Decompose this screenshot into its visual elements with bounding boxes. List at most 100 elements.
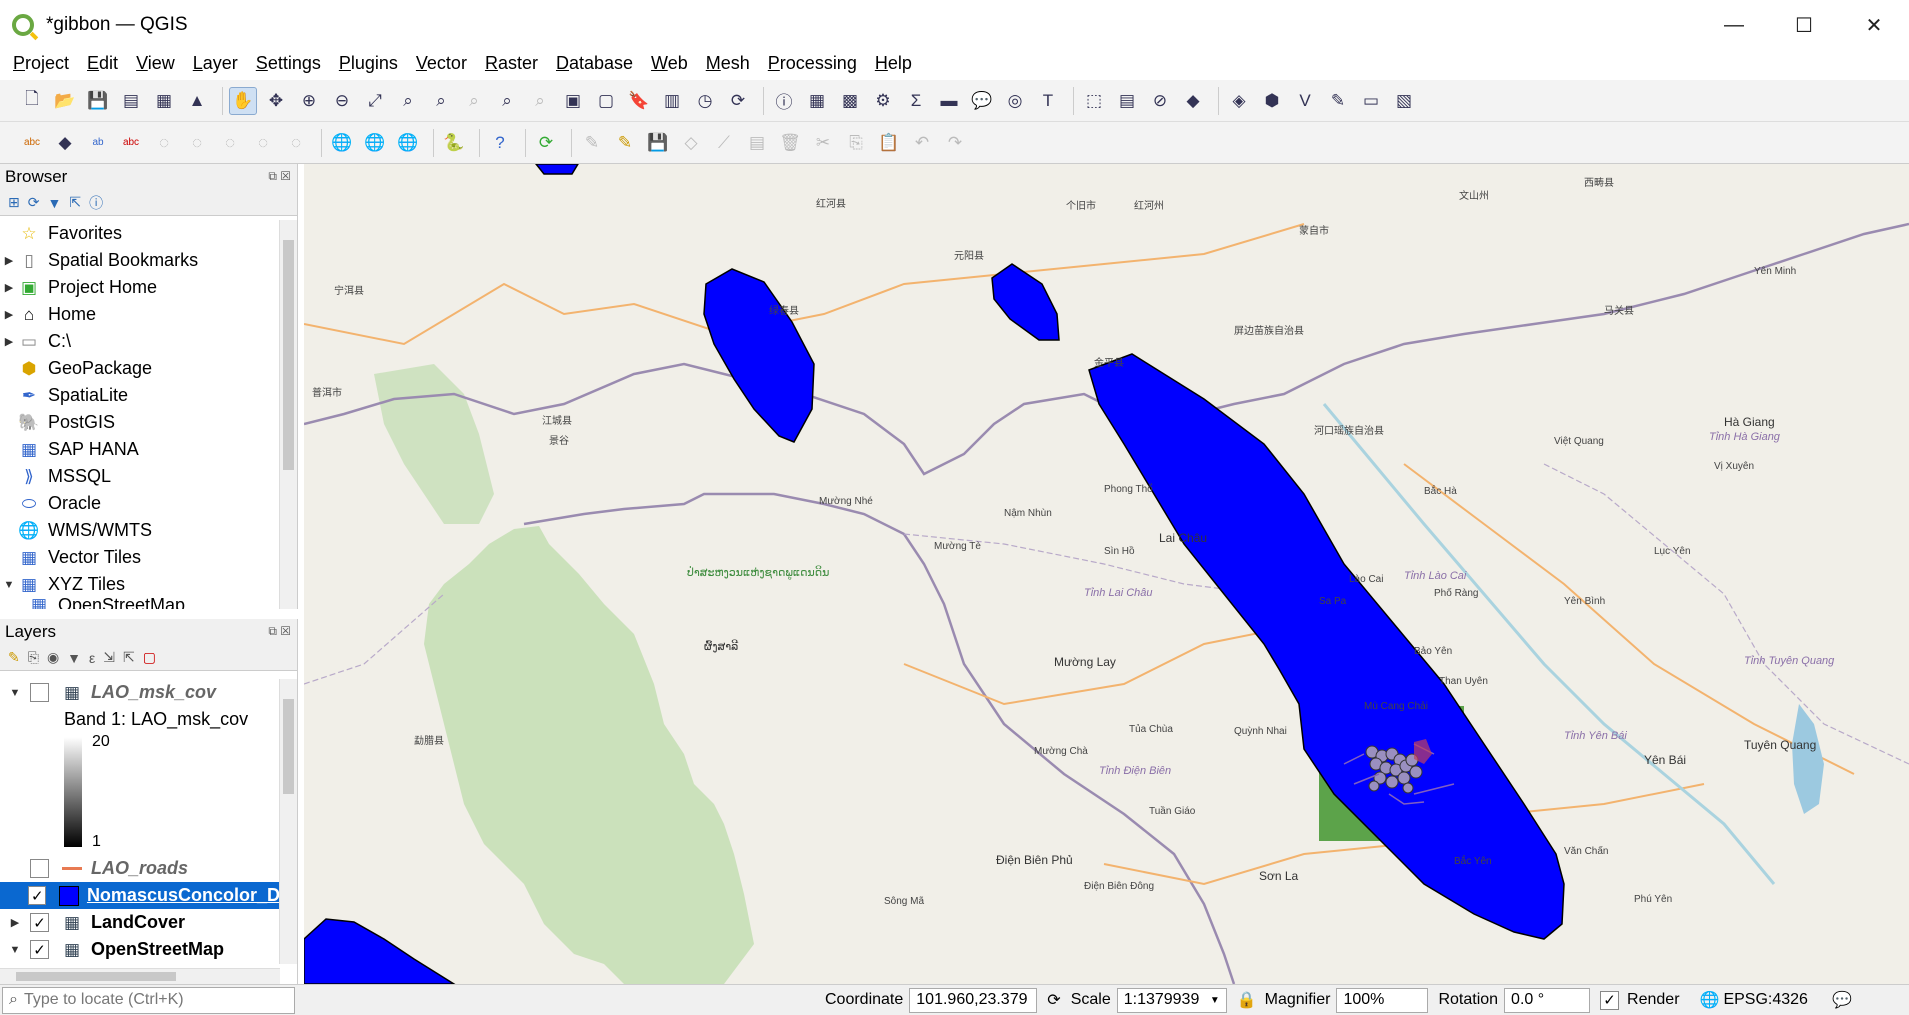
zoom-native-icon[interactable]: ⌕ [460, 87, 488, 115]
browser-item-vector-tiles[interactable]: ▦ Vector Tiles [0, 544, 280, 571]
lock-icon[interactable]: 🔒 [1237, 990, 1257, 1010]
processing-toolbox-icon[interactable]: ⚙ [869, 87, 897, 115]
menu-edit[interactable]: Edit [87, 53, 118, 74]
layers-scrollbar[interactable] [279, 679, 297, 964]
layer-landcover[interactable]: ▶ ✓ ▦ LandCover [0, 909, 280, 936]
visibility-icon[interactable]: ◉ [47, 649, 59, 666]
browser-item-openstreetmap[interactable]: ▦ OpenStreetMap [0, 598, 280, 609]
browser-item-home[interactable]: ▶ ⌂ Home [0, 301, 280, 328]
help-icon[interactable]: ? [486, 129, 514, 157]
bookmark-icon[interactable]: 🔖 [625, 87, 653, 115]
browser-item-favorites[interactable]: ☆ Favorites [0, 220, 280, 247]
locator-search-input[interactable]: ⌕ Type to locate (Ctrl+K) [2, 986, 295, 1014]
zoom-last-icon[interactable]: ⌕ [493, 87, 521, 115]
browser-item-project-home[interactable]: ▶ ▣ Project Home [0, 274, 280, 301]
label-hide-icon[interactable]: ◌ [282, 129, 310, 157]
new-print-layout-icon[interactable]: ▤ [117, 87, 145, 115]
select-by-value-icon[interactable]: ▤ [1113, 87, 1141, 115]
menu-vector[interactable]: Vector [416, 53, 467, 74]
refresh-icon[interactable]: ⟳ [724, 87, 752, 115]
select-features-icon[interactable]: ⬚ [1080, 87, 1108, 115]
minimize-button[interactable]: — [1699, 0, 1769, 50]
browser-item-oracle[interactable]: ⬭ Oracle [0, 490, 280, 517]
paste-icon[interactable]: 📋 [875, 129, 903, 157]
add-feature-icon[interactable]: ◇ [677, 129, 705, 157]
layer-checkbox[interactable]: ✓ [30, 913, 49, 932]
filter-icon[interactable]: ▼ [47, 195, 61, 211]
style-icon[interactable]: ✎ [8, 649, 20, 666]
menu-layer[interactable]: Layer [193, 53, 238, 74]
maximize-button[interactable]: ☐ [1769, 0, 1839, 50]
remove-layer-icon[interactable]: ▢ [143, 649, 156, 666]
browser-item-xyz-tiles[interactable]: ▼ ▦ XYZ Tiles [0, 571, 280, 598]
browser-item-spatial-bookmarks[interactable]: ▶ ▯ Spatial Bookmarks [0, 247, 280, 274]
label-show-icon[interactable]: ◌ [249, 129, 277, 157]
attribute-table-icon[interactable]: ▦ [803, 87, 831, 115]
copy-icon[interactable]: ⎘ [842, 129, 870, 157]
map-canvas[interactable]: 普洱市 景谷 绿春县 红河县 元阳县 个旧市 红河州 蒙自市 文山州 西畴县 马… [304, 164, 1909, 984]
label-highlight-icon[interactable]: abc [117, 129, 145, 157]
menu-help[interactable]: Help [875, 53, 912, 74]
zoom-next-icon[interactable]: ⌕ [526, 87, 554, 115]
label-pin-icon[interactable]: ab [84, 129, 112, 157]
label-abc-icon[interactable]: abc [18, 129, 46, 157]
panel-float-close-icon[interactable]: ⧉ ☒ [268, 624, 291, 639]
pan-to-selection-icon[interactable]: ✥ [262, 87, 290, 115]
browser-item-spatialite[interactable]: ✒ SpatiaLite [0, 382, 280, 409]
expand-all-icon[interactable]: ⇲ [103, 649, 115, 666]
collapse-all-icon[interactable]: ⇱ [123, 649, 135, 666]
label-rotate-icon[interactable]: ◌ [183, 129, 211, 157]
measure-icon[interactable]: ▬ [935, 87, 963, 115]
menu-raster[interactable]: Raster [485, 53, 538, 74]
label-move-icon[interactable]: ◌ [150, 129, 178, 157]
python-console-icon[interactable]: 🐍 [440, 129, 468, 157]
refresh-icon[interactable]: ⟳ [28, 194, 40, 211]
field-calculator-icon[interactable]: ▩ [836, 87, 864, 115]
crs-value[interactable]: EPSG:4326 [1723, 991, 1808, 1009]
menu-processing[interactable]: Processing [768, 53, 857, 74]
edit-pen-icon[interactable]: ✎ [1324, 87, 1352, 115]
delete-selected-icon[interactable]: 🗑 [776, 129, 804, 157]
menu-web[interactable]: Web [651, 53, 688, 74]
close-button[interactable]: ✕ [1839, 0, 1909, 50]
layer-nomascus[interactable]: ✓ NomascusConcolor_D [0, 882, 280, 909]
crs-toggle-icon[interactable]: ⟳ [1047, 990, 1060, 1010]
layer-checkbox[interactable]: ✓ [30, 940, 49, 959]
save-project-icon[interactable]: 💾 [84, 87, 112, 115]
new-map-view-icon[interactable]: ▣ [559, 87, 587, 115]
deselect-icon[interactable]: ⊘ [1146, 87, 1174, 115]
annotation-icon[interactable]: ◎ [1001, 87, 1029, 115]
browser-item-postgis[interactable]: 🐘 PostGIS [0, 409, 280, 436]
refresh-layer-icon[interactable]: ⟳ [532, 129, 560, 157]
zoom-out-icon[interactable]: ⊖ [328, 87, 356, 115]
browser-item-c-drive[interactable]: ▶ ▭ C:\ [0, 328, 280, 355]
globe-settings-icon[interactable]: 🌐 [361, 129, 389, 157]
menu-settings[interactable]: Settings [256, 53, 321, 74]
messages-icon[interactable]: 💬 [1832, 990, 1852, 1010]
edit-icon[interactable]: ✎ [578, 129, 606, 157]
style-manager-icon[interactable]: ▲ [183, 87, 211, 115]
show-bookmarks-icon[interactable]: ▥ [658, 87, 686, 115]
layer-lao-msk-cov[interactable]: ▼ ▦ LAO_msk_cov [0, 679, 280, 706]
render-checkbox[interactable]: ✓ [1600, 990, 1620, 1010]
identify-icon[interactable]: ⓘ [770, 87, 798, 115]
filter-expression-icon[interactable]: ε [89, 650, 95, 666]
globe-search-icon[interactable]: 🌐 [394, 129, 422, 157]
rotation-field[interactable]: 0.0 ° [1504, 987, 1591, 1013]
browser-item-sap-hana[interactable]: ▦ SAP HANA [0, 436, 280, 463]
browser-item-geopackage[interactable]: ⬢ GeoPackage [0, 355, 280, 382]
digitize-icon[interactable]: V [1291, 87, 1319, 115]
menu-database[interactable]: Database [556, 53, 633, 74]
coordinate-field[interactable]: 101.960,23.379 [909, 987, 1038, 1013]
collapse-all-icon[interactable]: ⇱ [69, 194, 81, 211]
menu-view[interactable]: View [136, 53, 175, 74]
layer-checkbox[interactable] [30, 859, 49, 878]
zoom-full-icon[interactable]: ⤢ [361, 87, 389, 115]
zoom-in-icon[interactable]: ⊕ [295, 87, 323, 115]
add-geopackage-icon[interactable]: ⬢ [1258, 87, 1286, 115]
vertex-tool-icon[interactable]: ⟋ [710, 129, 738, 157]
filter-legend-icon[interactable]: ▼ [67, 650, 81, 666]
save-edits-icon[interactable]: 💾 [644, 129, 672, 157]
gps-icon[interactable]: ▭ [1357, 87, 1385, 115]
text-annotation-icon[interactable]: T [1034, 87, 1062, 115]
